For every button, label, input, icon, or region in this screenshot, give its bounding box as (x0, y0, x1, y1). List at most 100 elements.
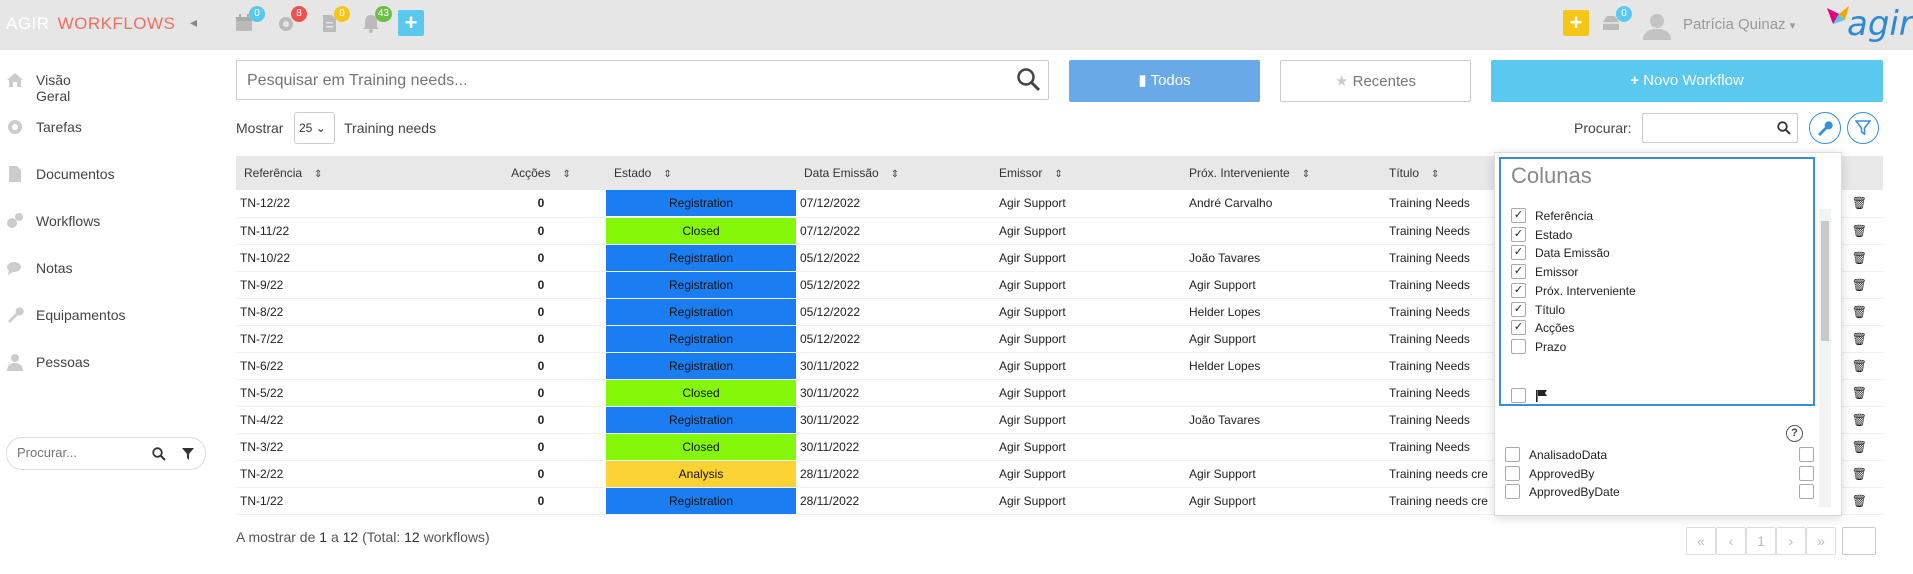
checkbox[interactable] (1505, 484, 1520, 499)
cell-data-emissao: 05/12/2022 (796, 298, 991, 326)
trash-icon[interactable]: 🗑 (1852, 386, 1879, 400)
trash-icon[interactable]: 🗑 (1852, 440, 1879, 454)
trash-icon[interactable]: 🗑 (1852, 305, 1879, 319)
extra-column-option[interactable]: AnalisadoData (1505, 445, 1814, 465)
checkbox[interactable]: ✓ (1511, 301, 1526, 317)
cell-accoes: 0 (476, 460, 606, 488)
col-header-label: Data Emissão (804, 166, 879, 180)
trash-icon[interactable]: 🗑 (1852, 196, 1879, 210)
checkbox[interactable]: ✓ (1511, 245, 1526, 261)
cell-prox-interveniente (1181, 379, 1381, 407)
checkbox[interactable]: ✓ (1511, 264, 1526, 280)
checkbox[interactable]: ✓ (1511, 282, 1526, 298)
wrench-icon (8, 307, 24, 323)
add-task-button[interactable]: + (1563, 10, 1589, 36)
settings-icon[interactable]: 8 (275, 6, 307, 34)
cell-emissor: Agir Support (991, 244, 1181, 272)
page-size-select[interactable]: 25 ⌄ (294, 112, 335, 144)
comments-icon (7, 262, 21, 275)
column-option-label: Referência (1535, 209, 1594, 223)
cell-data-emissao: 30/11/2022 (796, 433, 991, 461)
pager-last-button[interactable]: » (1806, 527, 1836, 555)
checkbox[interactable] (1505, 465, 1520, 481)
pager-first-button[interactable]: « (1686, 527, 1716, 555)
add-button[interactable]: + (398, 10, 424, 36)
checkbox[interactable] (1799, 484, 1814, 499)
help-icon[interactable]: ? (1786, 425, 1803, 442)
extra-column-option[interactable]: ApprovedByDate (1505, 482, 1814, 502)
trash-icon[interactable]: 🗑 (1852, 413, 1879, 427)
scrollbar-thumb[interactable] (1821, 221, 1829, 341)
sidebar-item-label: Tarefas (36, 119, 82, 135)
main-search-input[interactable] (247, 72, 947, 90)
extra-column-option[interactable]: ApprovedBy (1505, 464, 1814, 484)
cell-emissor: Agir Support (991, 379, 1181, 407)
col-header-estado[interactable]: Estado ⇕ (606, 156, 796, 190)
trash-icon[interactable]: 🗑 (1852, 467, 1879, 481)
col-header-prox-interveniente[interactable]: Próx. Interveniente ⇕ (1181, 156, 1381, 190)
search-icon[interactable] (1016, 67, 1042, 93)
todos-label: Todos (1150, 72, 1191, 89)
sidebar-search-input[interactable] (17, 445, 137, 460)
recentes-button[interactable]: ★ Recentes (1280, 60, 1471, 102)
filter-icon (1855, 120, 1871, 136)
trash-icon[interactable]: 🗑 (1852, 332, 1879, 346)
search-icon[interactable] (1777, 121, 1791, 135)
col-header-emissor[interactable]: Emissor ⇕ (991, 156, 1181, 190)
col-header-data-emissao[interactable]: Data Emissão ⇕ (796, 156, 991, 190)
checkbox[interactable]: ✓ (1511, 208, 1526, 223)
avatar[interactable] (1640, 12, 1674, 40)
sidebar-item-label: Visão Geral (36, 72, 71, 104)
checkbox[interactable] (1505, 447, 1520, 462)
file-icon: ▮ (1138, 72, 1147, 89)
trash-icon[interactable]: 🗑 (1852, 494, 1879, 508)
chevron-down-icon: ⌄ (315, 121, 326, 135)
cell-prox-interveniente: Agir Support (1181, 325, 1381, 353)
collapse-sidebar-icon[interactable]: ◂ (190, 14, 197, 31)
column-option-label: ApprovedBy (1529, 466, 1595, 481)
trash-icon[interactable]: 🗑 (1852, 359, 1879, 373)
filter-icon[interactable] (181, 447, 195, 461)
procurar-input[interactable] (1642, 113, 1798, 143)
search-icon[interactable] (152, 447, 166, 461)
novo-workflow-button[interactable]: + Novo Workflow (1491, 60, 1883, 102)
trash-icon[interactable]: 🗑 (1852, 278, 1879, 292)
trash-icon[interactable]: 🗑 (1852, 251, 1879, 265)
calendar-icon[interactable]: 0 (233, 6, 265, 34)
col-header-accoes[interactable]: Acções ⇕ (476, 156, 606, 190)
todos-button[interactable]: ▮ Todos (1069, 60, 1260, 102)
user-menu[interactable]: Patrícia Quinaz ▾ (1683, 16, 1795, 33)
trash-icon[interactable]: 🗑 (1852, 224, 1879, 238)
cell-estado: Registration (606, 298, 796, 326)
checkbox[interactable] (1511, 388, 1526, 403)
checkbox[interactable]: ✓ (1511, 226, 1526, 242)
cell-accoes: 0 (476, 379, 606, 407)
popup-scrollbar[interactable] (1819, 209, 1831, 507)
document-icon[interactable]: 0 (318, 6, 350, 34)
cell-prox-interveniente (1181, 433, 1381, 461)
pager-prev-button[interactable]: ‹ (1716, 527, 1746, 555)
column-settings-button[interactable] (1809, 112, 1841, 144)
pager-goto-input[interactable] (1842, 527, 1876, 555)
col-header-label: Título (1389, 166, 1420, 180)
sidebar-item-label: Notas (36, 260, 73, 276)
procurar-label: Procurar: (1574, 120, 1632, 136)
cell-emissor: Agir Support (991, 217, 1181, 245)
sidebar: Visão Geral Tarefas Documentos Workflows… (0, 50, 215, 574)
checkbox[interactable] (1799, 447, 1814, 462)
pager-current-page[interactable]: 1 (1746, 527, 1776, 555)
cell-referencia: TN-12/22 (236, 190, 476, 218)
cell-emissor: Agir Support (991, 271, 1181, 299)
cell-data-emissao: 28/11/2022 (796, 460, 991, 488)
col-header-referencia[interactable]: Referência ⇕ (236, 156, 476, 190)
brand[interactable]: AGIR WORKFLOWS (6, 14, 175, 34)
checkbox[interactable] (1799, 465, 1814, 481)
inbox-icon[interactable]: 0 (1600, 6, 1632, 34)
cell-accoes: 0 (476, 406, 606, 434)
checkbox[interactable]: ✓ (1511, 320, 1526, 336)
filter-button[interactable] (1847, 112, 1879, 144)
bell-icon[interactable]: 43 (360, 6, 392, 34)
pager-next-button[interactable]: › (1776, 527, 1806, 555)
sidebar-item-label: Documentos (36, 166, 115, 182)
checkbox[interactable] (1511, 338, 1526, 354)
